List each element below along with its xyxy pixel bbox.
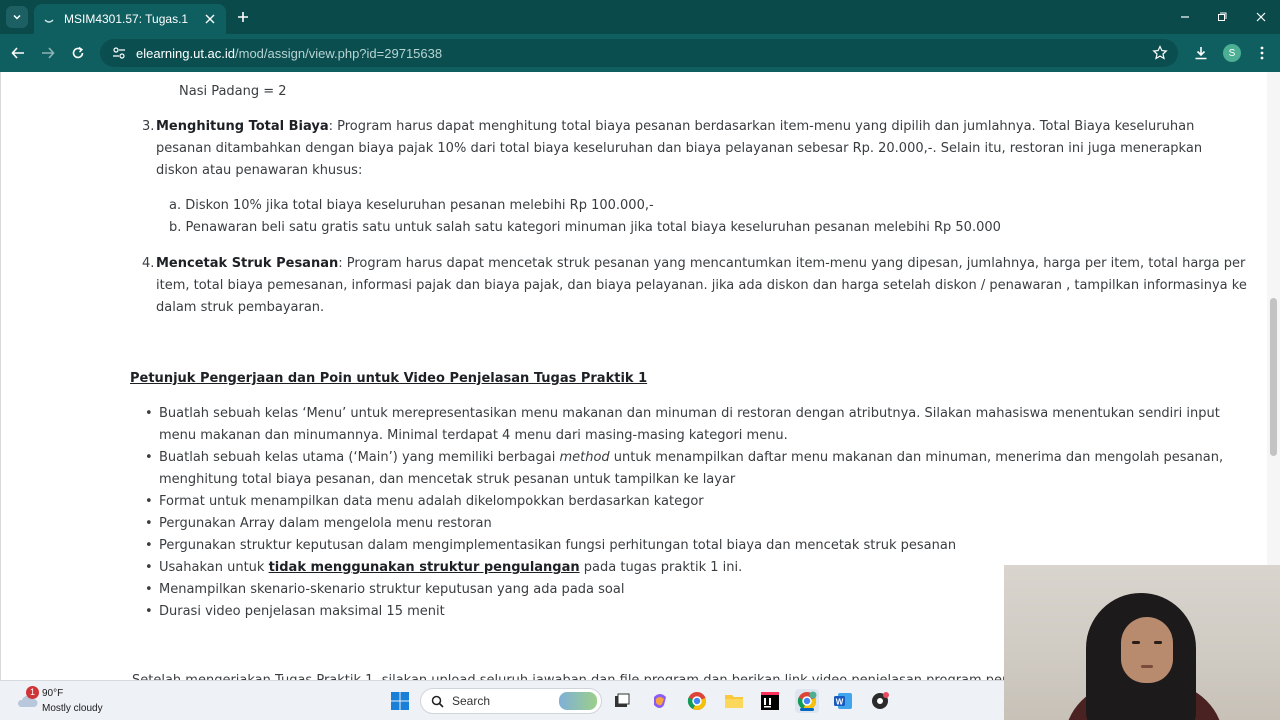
intellij-idea-icon[interactable]: [758, 689, 782, 713]
windows-taskbar: 1 90°F Mostly cloudy Search W: [0, 680, 1004, 720]
bullet-6-post: pada tugas praktik 1 ini.: [579, 560, 743, 575]
browser-toolbar: elearning.ut.ac.id/mod/assign/view.php?i…: [0, 34, 1280, 72]
profile-avatar[interactable]: S: [1222, 43, 1242, 63]
restore-icon[interactable]: [1211, 6, 1233, 28]
list-item-4-text: : Program harus dapat mencetak struk pes…: [338, 256, 1246, 271]
list-item-4-line1: Mencetak Struk Pesanan: Program harus da…: [156, 253, 1245, 275]
back-arrow-icon[interactable]: [8, 43, 28, 63]
minimize-icon[interactable]: [1174, 6, 1196, 28]
forward-arrow-icon[interactable]: [38, 43, 58, 63]
url-text: elearning.ut.ac.id/mod/assign/view.php?i…: [136, 46, 442, 61]
presenter-face: [1121, 617, 1173, 683]
tab-close-icon[interactable]: [202, 11, 218, 27]
bullet-item-2-line2: menghitung total biaya pesanan, dan menc…: [159, 472, 736, 487]
bookmark-star-icon[interactable]: [1152, 45, 1168, 61]
bullet-2-post: untuk menampilkan daftar menu makanan da…: [609, 450, 1224, 465]
search-highlight-image: [559, 692, 597, 710]
url-host: elearning.ut.ac.id: [136, 45, 236, 61]
address-bar[interactable]: elearning.ut.ac.id/mod/assign/view.php?i…: [100, 39, 1178, 67]
word-icon[interactable]: W: [831, 689, 855, 713]
list-item-3-title: Menghitung Total Biaya: [156, 119, 329, 134]
presenter-mouth: [1141, 665, 1153, 668]
task-view-icon[interactable]: [610, 689, 634, 713]
bullet-item-5: Pergunakan struktur keputusan dalam meng…: [145, 535, 956, 557]
presenter-eye-left: [1132, 641, 1140, 644]
active-indicator: [800, 708, 814, 711]
scrollbar-thumb[interactable]: [1270, 298, 1277, 456]
bullet-2-emphasis: method: [559, 450, 610, 465]
bullet-item-4: Pergunakan Array dalam mengelola menu re…: [145, 513, 492, 535]
bullet-item-6: Usahakan untuk tidak menggunakan struktu…: [145, 557, 743, 579]
sub-item-a: a. Diskon 10% jika total biaya keseluruh…: [169, 198, 654, 213]
search-icon: [431, 695, 444, 708]
weather-widget[interactable]: 1 90°F Mostly cloudy: [14, 686, 134, 716]
site-info-icon[interactable]: [112, 46, 126, 60]
list-item-3-text: : Program harus dapat menghitung total b…: [328, 119, 1195, 134]
bullet-item-7: Menampilkan skenario-skenario struktur k…: [145, 579, 624, 601]
weather-description: Mostly cloudy: [42, 703, 103, 714]
browser-menu-icon[interactable]: [1252, 43, 1272, 63]
reload-icon[interactable]: [68, 43, 88, 63]
github-desktop-icon[interactable]: [868, 689, 892, 713]
section-heading: Petunjuk Pengerjaan dan Poin untuk Video…: [130, 371, 648, 386]
tab-search-button[interactable]: [6, 6, 28, 28]
list-item-number-4: 4.: [142, 256, 155, 271]
bullet-item-1-line1: Buatlah sebuah kelas ‘Menu’ untuk merepr…: [145, 403, 1220, 425]
bullet-6-strong: tidak menggunakan struktur pengulangan: [268, 560, 580, 575]
bullet-2-pre: Buatlah sebuah kelas utama (‘Main’) yang…: [159, 450, 560, 465]
profile-initial: S: [1223, 44, 1241, 62]
list-item-3-line2: pesanan ditambahkan dengan biaya pajak 1…: [156, 141, 1203, 156]
list-item-4-line2: item, total biaya pemesanan, informasi p…: [156, 278, 1247, 293]
bullet-item-2-line1: Buatlah sebuah kelas utama (‘Main’) yang…: [145, 447, 1224, 469]
bullet-6-pre: Usahakan untuk: [159, 560, 269, 575]
weather-temperature: 90°F: [42, 688, 64, 699]
list-item-number-3: 3.: [142, 119, 155, 134]
taskbar-search-box[interactable]: Search: [420, 688, 602, 714]
sub-item-b: b. Penawaran beli satu gratis satu untuk…: [169, 220, 1001, 235]
bullet-item-3: Format untuk menampilkan data menu adala…: [145, 491, 704, 513]
search-label: Search: [452, 694, 491, 708]
new-tab-plus-icon[interactable]: [234, 8, 252, 26]
word-letter: W: [836, 698, 844, 707]
copilot-icon[interactable]: [648, 689, 672, 713]
close-window-icon[interactable]: [1250, 6, 1272, 28]
windows-start-icon[interactable]: [388, 689, 412, 713]
presenter-webcam: [1004, 565, 1280, 720]
list-item-4-title: Mencetak Struk Pesanan: [156, 256, 339, 271]
menu-quantity-line: Nasi Padang = 2: [179, 84, 287, 99]
list-item-3-line1: Menghitung Total Biaya: Program harus da…: [156, 116, 1194, 138]
list-item-3-line3: diskon atau penawaran khusus:: [156, 163, 363, 178]
bullet-item-1-line2: menu makanan dan minumannya. Minimal ter…: [159, 428, 788, 443]
tab-strip: MSIM4301.57: Tugas.1: [0, 0, 1280, 34]
browser-tab-active[interactable]: MSIM4301.57: Tugas.1: [34, 4, 226, 34]
bullet-item-8: Durasi video penjelasan maksimal 15 meni…: [145, 601, 445, 623]
url-path: /mod/assign/view.php?id=29715638: [235, 45, 443, 61]
presenter-eye-right: [1154, 641, 1162, 644]
chrome-icon[interactable]: [685, 689, 709, 713]
cutoff-paragraph: Setelah mengerjakan Tugas Praktik 1, sil…: [132, 670, 1150, 680]
chrome-profile-active-icon[interactable]: [795, 689, 819, 713]
notification-badge: 1: [26, 686, 39, 699]
loading-favicon-icon: [42, 12, 56, 26]
list-item-4-line3: dalam struk pembayaran.: [156, 300, 325, 315]
file-explorer-icon[interactable]: [722, 689, 746, 713]
download-icon[interactable]: [1191, 43, 1211, 63]
tab-title: MSIM4301.57: Tugas.1: [64, 12, 189, 26]
chevron-down-icon: [13, 14, 21, 20]
